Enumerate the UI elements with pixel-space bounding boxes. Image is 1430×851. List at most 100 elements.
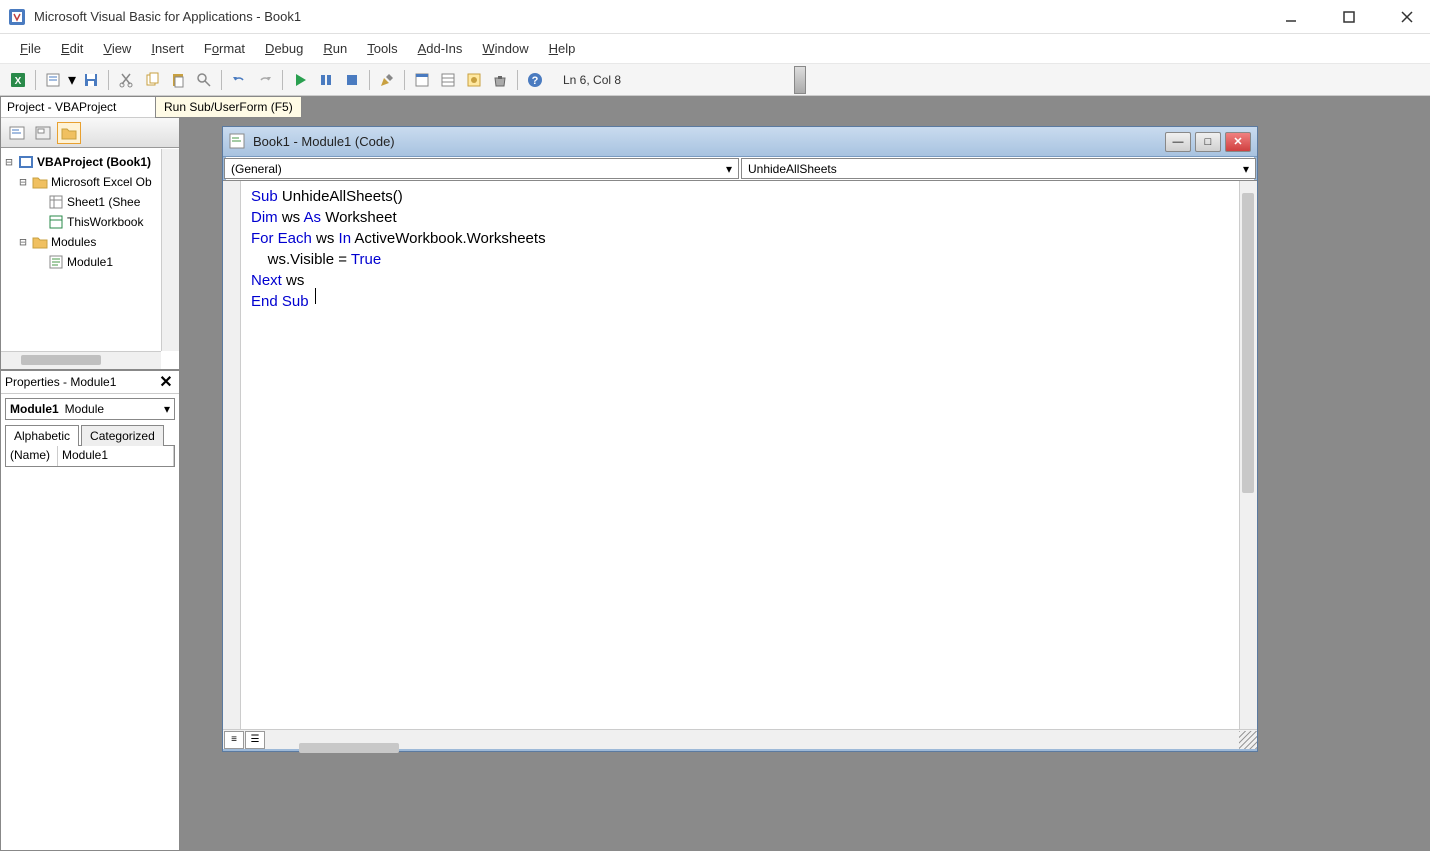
code-body: Sub UnhideAllSheets() Dim ws As Workshee… [223,181,1257,729]
close-button[interactable] [1392,5,1422,29]
project-explorer: Project - VBAProject ⊟ VBAProject (Book1… [0,96,180,370]
code-window-icon [229,133,247,151]
main-area: Project - VBAProject ⊟ VBAProject (Book1… [0,96,1430,851]
design-mode-icon[interactable] [375,68,399,92]
properties-object-combo[interactable]: Module1 Module ▾ [5,398,175,420]
project-explorer-icon[interactable] [410,68,434,92]
maximize-button[interactable] [1334,5,1364,29]
code-margin[interactable] [223,181,241,729]
project-vscrollbar[interactable] [161,149,179,351]
code-window-titlebar[interactable]: Book1 - Module1 (Code) — □ ✕ [223,127,1257,157]
toolbar-overflow[interactable] [794,66,806,94]
save-icon[interactable] [79,68,103,92]
toolbox-icon[interactable] [488,68,512,92]
folder-icon [31,234,49,250]
help-icon[interactable]: ? [523,68,547,92]
scrollbar-thumb[interactable] [299,743,399,753]
find-icon[interactable] [192,68,216,92]
object-browser-icon[interactable] [462,68,486,92]
tree-module1[interactable]: Module1 [45,252,177,272]
dropdown-icon: ▾ [726,162,732,176]
expand-icon[interactable]: ⊟ [17,235,29,249]
tree-label: ThisWorkbook [67,215,143,229]
toolbar-separator [221,70,222,90]
sheet-icon [47,194,65,210]
undo-icon[interactable] [227,68,251,92]
svg-text:?: ? [532,75,539,87]
menu-file[interactable]: File [12,37,49,60]
code-editor[interactable]: Sub UnhideAllSheets() Dim ws As Workshee… [241,181,1239,729]
tree-sheet1[interactable]: Sheet1 (Shee [45,192,177,212]
tree-excel-objects[interactable]: ⊟ Microsoft Excel Ob [17,172,177,192]
resize-grip[interactable] [1239,731,1257,749]
toolbar-separator [282,70,283,90]
property-value[interactable]: Module1 [58,446,174,466]
view-object-icon[interactable] [31,122,55,144]
toggle-folders-icon[interactable] [57,122,81,144]
code-window-title: Book1 - Module1 (Code) [253,134,1165,149]
properties-window-icon[interactable] [436,68,460,92]
properties-window: Properties - Module1 ✕ Module1 Module ▾ … [0,370,180,851]
procedure-combo[interactable]: UnhideAllSheets ▾ [741,158,1256,179]
menu-insert[interactable]: Insert [143,37,192,60]
menu-tools[interactable]: Tools [359,37,405,60]
tree-modules[interactable]: ⊟ Modules [17,232,177,252]
app-title: Microsoft Visual Basic for Applications … [34,9,1276,24]
properties-grid: (Name) Module1 [5,446,175,467]
procedure-view-button[interactable]: ≡ [224,731,244,749]
svg-text:X: X [15,76,22,87]
copy-icon[interactable] [140,68,164,92]
dropdown-icon: ▾ [1243,162,1249,176]
expand-icon[interactable]: ⊟ [3,155,15,169]
code-bottom-bar: ≡ ☰ [223,729,1257,749]
view-excel-icon[interactable]: X [6,68,30,92]
menu-view[interactable]: View [95,37,139,60]
combo-value: (General) [231,162,282,176]
reset-icon[interactable] [340,68,364,92]
project-hscrollbar[interactable] [1,351,161,369]
menu-window[interactable]: Window [474,37,536,60]
insert-module-icon[interactable] [41,68,65,92]
run-icon[interactable] [288,68,312,92]
scrollbar-thumb[interactable] [21,355,101,365]
menu-bar: File Edit View Insert Format Debug Run T… [0,34,1430,64]
menu-help[interactable]: Help [541,37,584,60]
menu-format[interactable]: Format [196,37,253,60]
code-maximize-button[interactable]: □ [1195,132,1221,152]
minimize-button[interactable] [1276,5,1306,29]
tab-categorized[interactable]: Categorized [81,425,164,446]
standard-toolbar: X ▾ ? Ln 6, Col 8 [0,64,1430,96]
combo-value: UnhideAllSheets [748,162,837,176]
code-close-button[interactable]: ✕ [1225,132,1251,152]
scrollbar-thumb[interactable] [1242,193,1254,493]
toolbar-separator [517,70,518,90]
object-combo[interactable]: (General) ▾ [224,158,739,179]
mdi-client-area: Book1 - Module1 (Code) — □ ✕ (General) ▾… [180,96,1430,851]
view-code-icon[interactable] [5,122,29,144]
window-controls [1276,5,1422,29]
app-titlebar: Microsoft Visual Basic for Applications … [0,0,1430,34]
cut-icon[interactable] [114,68,138,92]
break-icon[interactable] [314,68,338,92]
left-column: Project - VBAProject ⊟ VBAProject (Book1… [0,96,180,851]
property-row[interactable]: (Name) Module1 [6,446,174,466]
project-tree: ⊟ VBAProject (Book1) ⊟ Microsoft Excel O… [1,148,179,276]
insert-dropdown[interactable]: ▾ [67,70,77,90]
full-module-view-button[interactable]: ☰ [245,731,265,749]
menu-edit[interactable]: Edit [53,37,91,60]
paste-icon[interactable] [166,68,190,92]
properties-close-icon[interactable]: ✕ [157,373,175,391]
menu-debug[interactable]: Debug [257,37,311,60]
tree-label: Microsoft Excel Ob [51,175,152,189]
expand-icon[interactable]: ⊟ [17,175,29,189]
menu-run[interactable]: Run [315,37,355,60]
tab-alphabetic[interactable]: Alphabetic [5,425,79,446]
menu-addins[interactable]: Add-Ins [410,37,471,60]
tree-thisworkbook[interactable]: ThisWorkbook [45,212,177,232]
vba-app-icon [8,8,26,26]
redo-icon[interactable] [253,68,277,92]
code-minimize-button[interactable]: — [1165,132,1191,152]
tree-vbaproject[interactable]: ⊟ VBAProject (Book1) [3,152,177,172]
run-tooltip: Run Sub/UserForm (F5) [155,96,302,118]
code-vscrollbar[interactable] [1239,181,1257,729]
